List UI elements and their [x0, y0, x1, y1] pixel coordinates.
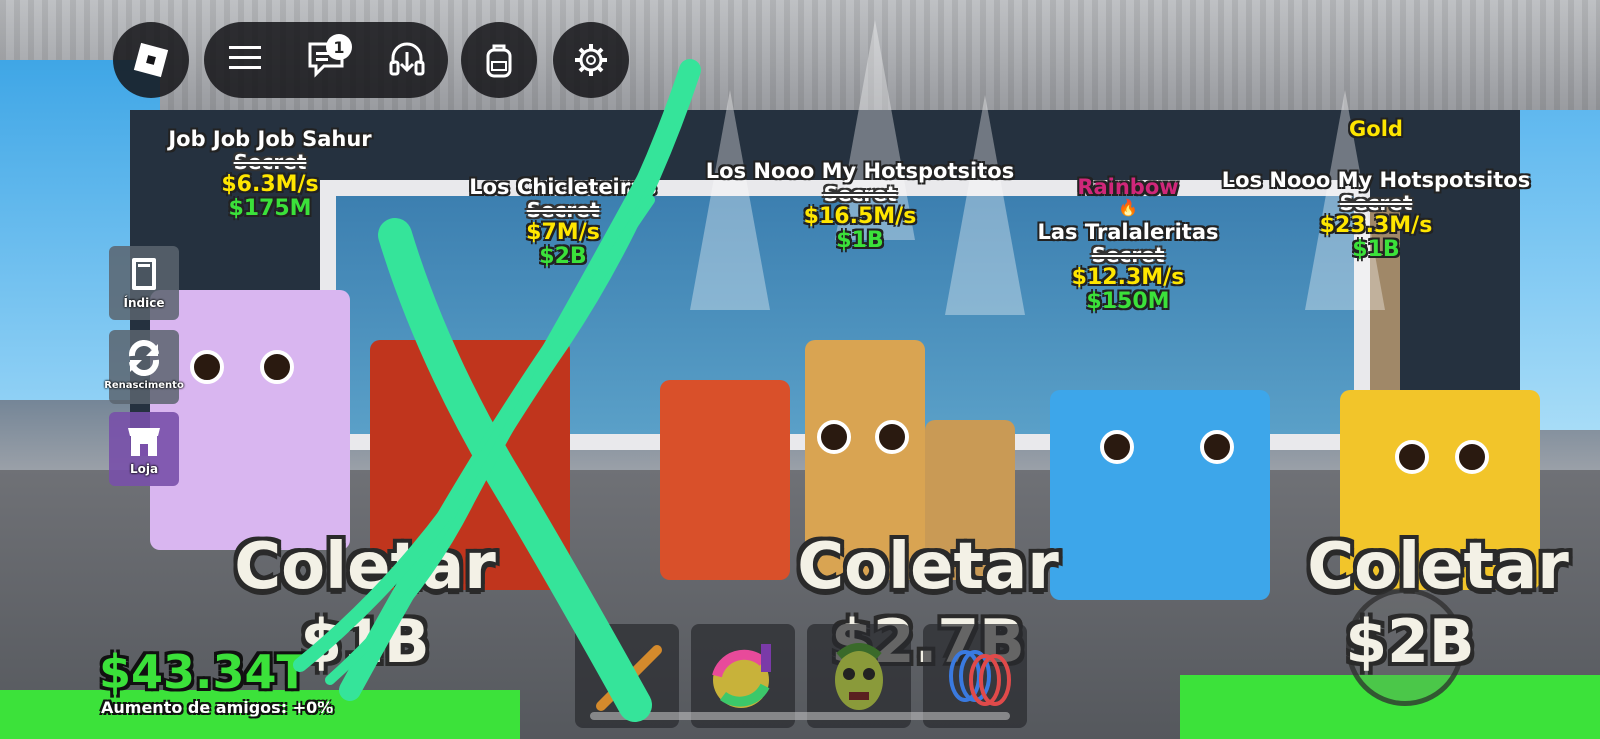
pet-name: Los Nooo My Hotspotsitos: [1221, 168, 1531, 193]
spring-coil-icon: [949, 650, 1011, 706]
hotbar-scrollbar[interactable]: [590, 712, 1010, 720]
chat-button[interactable]: 1: [304, 34, 352, 84]
pet-rate: $7M/s: [526, 220, 600, 246]
sidebar-item-label: Loja: [129, 462, 159, 476]
shop-icon: [128, 428, 160, 456]
fire-icon: 🔥: [1118, 198, 1138, 218]
pet-rate: $16.5M/s: [803, 204, 917, 230]
character-rider: [660, 380, 790, 580]
zombie-mask-icon: [835, 643, 883, 710]
sparkle-icon: [1222, 141, 1530, 169]
pet-info-2: Los Nooo My Hotspotsitos Secret $16.5M/s…: [705, 159, 1015, 254]
friends-boost-label: Aumento de amigos: +0%: [101, 698, 334, 717]
pet-info-0: Job Job Job Sahur Secret $6.3M/s $175M: [168, 127, 372, 222]
pet-name: Los Nooo My Hotspotsitos: [705, 159, 1015, 183]
headset-icon[interactable]: [385, 36, 429, 84]
character-tralaleritas: [1050, 390, 1270, 600]
pet-value: $1B: [836, 228, 884, 254]
pet-rate: $6.3M/s: [221, 172, 319, 198]
backpack-button[interactable]: [461, 22, 537, 98]
collect-amount-2: $2B: [1345, 607, 1475, 677]
sidebar-item-label: Renascimento: [104, 380, 184, 391]
pet-tag: Rainbow: [1077, 175, 1179, 199]
refresh-icon: [128, 340, 160, 376]
sidebar-item-label: Índice: [123, 296, 165, 310]
money-display: $43.34T: [99, 645, 308, 699]
pet-rarity: Secret: [233, 150, 307, 175]
collect-amount-0: $1B: [300, 607, 430, 677]
collect-button-0[interactable]: Coletar: [234, 530, 496, 604]
pet-info-4: Gold Los Nooo My Hotspotsitos Secret $23…: [1221, 117, 1531, 263]
pet-value: $1B: [1352, 237, 1400, 263]
chat-badge: 1: [325, 34, 352, 60]
pet-info-3: Rainbow 🔥 Las Tralaleritas Secret $12.3M…: [1037, 175, 1219, 315]
backpack-icon: [486, 44, 512, 78]
disco-ball-icon: [712, 644, 771, 708]
pet-name: Job Job Job Sahur: [168, 127, 372, 151]
pet-tag: Gold: [1349, 117, 1403, 141]
pet-info-1: Los Chicleteiras Secret $7M/s $2B: [469, 175, 657, 270]
sidebar-item-loja[interactable]: Loja: [109, 412, 179, 486]
pet-rarity: Secret: [823, 182, 897, 207]
sidebar-item-indice[interactable]: Índice: [109, 246, 179, 320]
roblox-menu-button[interactable]: [113, 22, 189, 98]
pet-value: $175M: [228, 196, 312, 222]
book-icon: [132, 258, 156, 290]
collect-button-1[interactable]: Coletar: [797, 530, 1059, 604]
pet-rarity: Secret: [1339, 191, 1413, 216]
pet-value: $150M: [1086, 289, 1170, 315]
bat-icon: [596, 645, 662, 711]
pet-value: $2B: [539, 244, 587, 270]
gear-icon: [575, 44, 607, 76]
hamburger-menu-icon[interactable]: [223, 36, 267, 84]
collect-button-2[interactable]: Coletar: [1307, 530, 1569, 604]
pet-rarity: Secret: [526, 198, 600, 223]
settings-button[interactable]: [553, 22, 629, 98]
pet-name: Las Tralaleritas: [1037, 220, 1219, 245]
topbar-group: 1: [204, 22, 448, 98]
character-job-sahur: [150, 290, 350, 550]
pet-rate: $12.3M/s: [1071, 265, 1185, 291]
pet-rate: $23.3M/s: [1319, 213, 1433, 239]
roblox-logo-icon: [133, 42, 169, 78]
pet-rarity: Secret: [1091, 243, 1165, 268]
pet-name: Los Chicleteiras: [469, 175, 657, 199]
sidebar-item-renascimento[interactable]: Renascimento: [104, 330, 184, 404]
